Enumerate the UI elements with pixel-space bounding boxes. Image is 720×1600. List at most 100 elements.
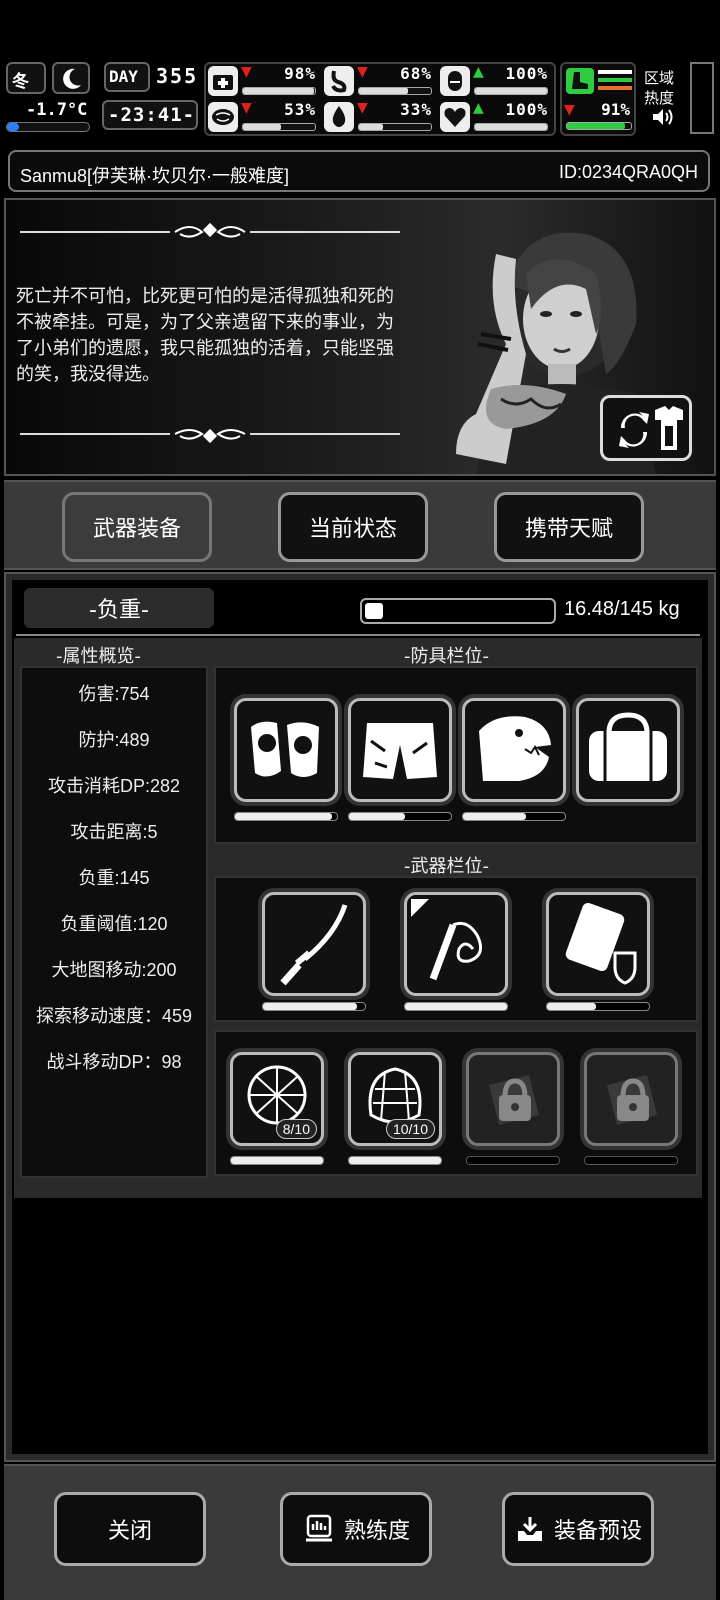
status-hud: 冬 -1.7°C DAY 355 -23:41- ▼ 98% ▼ 68% ▲ 1… [0, 0, 720, 140]
season-label: 冬 [12, 72, 29, 92]
mood-trend-up-icon: ▲ [473, 100, 484, 116]
attribute-attack-range: 攻击距离:5 [70, 822, 158, 842]
player-id: ID:0234QRA0QH [558, 162, 698, 182]
preset-button-label: 装备预设 [553, 1519, 642, 1544]
thirst-value: 33% [400, 100, 432, 119]
sanity-stat: ▼ 53% [208, 100, 320, 134]
armor-durability-2 [348, 812, 452, 821]
katana-icon [280, 904, 348, 986]
attribute-combat-move: 战斗移动DP：98 [46, 1052, 182, 1072]
utility-slots-area: 8/10 10/10 [214, 1030, 698, 1176]
proficiency-button[interactable]: 熟练度 [280, 1492, 432, 1566]
preset-icon [517, 1517, 542, 1541]
utility-durability-3 [466, 1156, 560, 1165]
equipment-preset-button[interactable]: 装备预设 [502, 1492, 654, 1566]
armor-slot-knee-pads[interactable] [234, 698, 338, 802]
proficiency-icon [305, 1514, 332, 1542]
tab-current-status[interactable]: 当前状态 [278, 492, 428, 562]
clock-box: -23:41- [102, 100, 198, 130]
hunger-bar [358, 87, 432, 95]
weapon-slot-katana[interactable] [262, 892, 366, 996]
sanity-bar [242, 123, 316, 131]
tab-carried-talents[interactable]: 携带天赋 [494, 492, 644, 562]
health-bar [242, 87, 316, 95]
ornament-top [20, 222, 400, 238]
duffel-bag-icon [589, 712, 667, 781]
sanity-trend-down-icon: ▼ [241, 100, 252, 116]
stamina-bar [566, 122, 632, 130]
attributes-list: 伤害:754 防护:489 攻击消耗DP:282 攻击距离:5 负重:145 负… [20, 666, 208, 1178]
armor-slot-dino-mask[interactable] [462, 698, 566, 802]
shield-backpack-icon [565, 902, 637, 985]
medkit-icon [208, 66, 238, 96]
clock-readout: -23:41- [108, 104, 196, 126]
weapon-slots-title: -武器栏位- [404, 856, 489, 877]
armor-slots-title: -防具栏位- [404, 646, 489, 667]
tab-weapon-equipment-label: 武器装备 [92, 517, 181, 542]
change-outfit-button[interactable] [600, 395, 692, 461]
armor-slot-shorts[interactable] [348, 698, 452, 802]
attribute-damage: 伤害:754 [78, 684, 150, 704]
hunger-value: 68% [400, 64, 432, 83]
speaker-icon[interactable] [650, 106, 676, 128]
brain-icon [208, 102, 238, 132]
sanity-value: 53% [284, 100, 316, 119]
attribute-carry-weight: 负重:145 [78, 868, 150, 888]
attribute-defense: 防护:489 [78, 730, 150, 750]
dinosaur-head-icon [479, 716, 551, 781]
profile-bar: Sanmu8[伊芙琳·坎贝尔·一般难度] ID:0234QRA0QH [8, 150, 710, 192]
utility-slot-net-trap[interactable]: 8/10 [230, 1052, 324, 1146]
equipment-panel: -负重- 16.48/145 kg -属性概览- 伤害:754 防护:489 攻… [4, 572, 716, 1462]
health-trend-down-icon: ▼ [241, 64, 252, 80]
shorts-icon [363, 723, 437, 779]
capsule-icon [440, 66, 470, 96]
weapon-slot-shield-pack[interactable] [546, 892, 650, 996]
heart-icon [440, 102, 470, 132]
attribute-weight-threshold: 负重阈值:120 [60, 914, 168, 934]
day-box: DAY [104, 62, 150, 92]
weapon-durability-1 [262, 1002, 366, 1011]
hunger-stat: ▼ 68% [324, 64, 436, 98]
close-button[interactable]: 关闭 [54, 1492, 206, 1566]
utility-durability-2 [348, 1156, 442, 1165]
character-name: Sanmu8[伊芙琳·坎贝尔·一般难度] [20, 166, 290, 186]
health-value: 98% [284, 64, 316, 83]
lock-icon [489, 1075, 539, 1125]
utility-durability-4 [584, 1156, 678, 1165]
tab-weapon-equipment[interactable]: 武器装备 [62, 492, 212, 562]
health-stat: ▼ 98% [208, 64, 320, 98]
season-box: 冬 [6, 62, 46, 94]
whip-icon [411, 899, 483, 981]
utility-slot-locked-2[interactable] [584, 1052, 678, 1146]
weapon-slots-area [214, 876, 698, 1022]
equipment-panel-inner: -负重- 16.48/145 kg -属性概览- 伤害:754 防护:489 攻… [12, 580, 708, 1454]
stamina-value: 91% [601, 100, 630, 119]
net-bag-count: 10/10 [385, 1119, 435, 1139]
temperature-bar [6, 122, 90, 132]
weight-bar [360, 598, 556, 624]
utility-slot-net-bag[interactable]: 10/10 [348, 1052, 442, 1146]
region-heat-label: 区域热度 [644, 69, 675, 107]
weapon-durability-2 [404, 1002, 508, 1011]
weapon-slot-whip[interactable] [404, 892, 508, 996]
tab-bar: 武器装备 当前状态 携带天赋 [4, 480, 716, 570]
moon-icon [63, 68, 81, 89]
mood-bar [474, 123, 548, 131]
proficiency-button-label: 熟练度 [343, 1519, 410, 1544]
utility-slot-locked-1[interactable] [466, 1052, 560, 1146]
character-banner: 死亡并不可怕，比死更可怕的是活得孤独和死的不被牵挂。可是，为了父亲遗留下来的事业… [4, 198, 716, 476]
armor-slot-bag[interactable] [576, 698, 680, 802]
stamina-box: ▼ 91% [560, 62, 636, 136]
attribute-attack-cost: 攻击消耗DP:282 [47, 776, 181, 796]
day-number: 355 [156, 64, 199, 88]
armor-slots-area [214, 666, 698, 844]
attribute-explore-speed: 探索移动速度：459 [35, 1006, 193, 1026]
weight-value: 16.48/145 kg [564, 598, 680, 620]
weight-divider [16, 634, 700, 636]
lock-icon [607, 1075, 657, 1125]
character-quote: 死亡并不可怕，比死更可怕的是活得孤独和死的不被牵挂。可是，为了父亲遗留下来的事业… [16, 286, 394, 385]
tab-carried-talents-label: 携带天赋 [524, 517, 613, 542]
medicine-bar [474, 87, 548, 95]
tab-current-status-label: 当前状态 [308, 517, 397, 542]
temperature-readout: -1.7°C [26, 100, 88, 120]
